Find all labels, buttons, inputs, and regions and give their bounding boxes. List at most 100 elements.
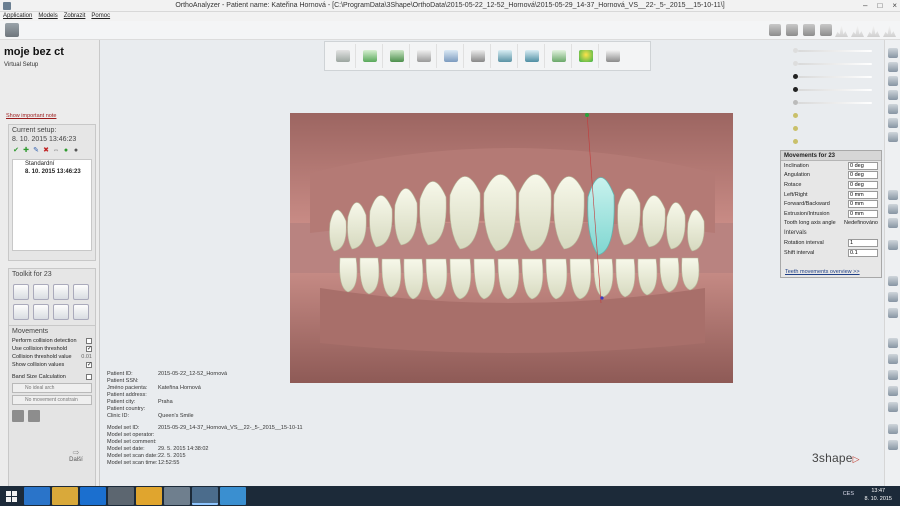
close-button[interactable]: × <box>892 1 897 10</box>
view-icon[interactable] <box>888 62 898 72</box>
menu-models[interactable]: Models <box>38 12 57 21</box>
toolbar-button[interactable] <box>600 44 626 68</box>
toolbar-button[interactable] <box>384 44 410 68</box>
show-collision-checkbox[interactable]: ✓ <box>86 362 92 368</box>
transparency-slider[interactable] <box>790 110 880 123</box>
view-icon[interactable] <box>888 48 898 58</box>
option-button-2[interactable] <box>28 410 40 422</box>
inclination-input[interactable] <box>848 161 878 170</box>
transparency-slider[interactable] <box>790 45 880 58</box>
collision-threshold-checkbox[interactable]: ✓ <box>86 346 92 352</box>
view-icon[interactable] <box>888 354 898 364</box>
setup-item-selected[interactable]: 8. 10. 2015 13:46:23 <box>13 168 91 176</box>
upper-jaw-icon[interactable] <box>835 24 848 37</box>
next-button[interactable]: ⇨ Další <box>66 448 86 463</box>
tooth-library-icon[interactable] <box>53 304 69 320</box>
save-icon[interactable] <box>5 23 19 37</box>
view-icon[interactable] <box>888 424 898 434</box>
view-icon[interactable] <box>888 292 898 302</box>
view-icon[interactable] <box>888 190 898 200</box>
orthoanalyzer-taskbar-icon[interactable] <box>192 487 218 505</box>
crown-icon[interactable] <box>53 284 69 300</box>
texture-icon[interactable] <box>786 24 798 36</box>
minimize-button[interactable]: – <box>863 1 867 10</box>
toolbar-button[interactable] <box>357 44 383 68</box>
view-icon[interactable] <box>888 338 898 348</box>
taskbar-clock[interactable]: 13:47 8. 10. 2015 <box>864 488 892 503</box>
rotation-input[interactable] <box>848 180 878 189</box>
forward-backward-input[interactable] <box>848 200 878 209</box>
teamviewer-icon[interactable] <box>80 487 106 505</box>
view-icon[interactable] <box>888 440 898 450</box>
view-icon[interactable] <box>888 132 898 142</box>
extrusion-intrusion-input[interactable] <box>848 209 878 218</box>
upload-icon[interactable]: ● <box>62 147 70 155</box>
view-icon[interactable] <box>888 276 898 286</box>
transparency-slider[interactable] <box>790 123 880 136</box>
app-icon[interactable] <box>164 487 190 505</box>
compare-icon[interactable]: ⇔ <box>52 147 60 155</box>
left-right-input[interactable] <box>848 190 878 199</box>
3d-viewport[interactable] <box>290 113 733 383</box>
remote-desktop-icon[interactable] <box>220 487 246 505</box>
menu-pomoc[interactable]: Pomoc <box>91 12 110 21</box>
windows-start-icon[interactable] <box>6 491 17 502</box>
transparency-slider[interactable] <box>790 58 880 71</box>
teeth-movements-overview-link[interactable]: Teeth movements overview >> <box>785 269 860 275</box>
view-icon[interactable] <box>888 90 898 100</box>
chrome-icon[interactable] <box>136 487 162 505</box>
ie-icon[interactable] <box>24 487 50 505</box>
menu-zobrazit[interactable]: Zobrazit <box>64 12 86 21</box>
tray-language[interactable]: CES <box>843 491 854 497</box>
shift-interval-input[interactable] <box>848 248 878 257</box>
toolbar-button[interactable] <box>438 44 464 68</box>
toolbar-button[interactable] <box>411 44 437 68</box>
transparency-slider[interactable] <box>790 71 880 84</box>
both-jaws-icon[interactable] <box>867 24 880 37</box>
pencil-icon[interactable] <box>33 304 49 320</box>
toolbar-button[interactable] <box>330 44 356 68</box>
settings-icon[interactable]: ● <box>72 147 80 155</box>
toolbar-button[interactable] <box>573 44 599 68</box>
explorer-icon[interactable] <box>52 487 78 505</box>
important-note-link[interactable]: Show important note <box>6 113 56 119</box>
view-icon[interactable] <box>888 308 898 318</box>
view-icon[interactable] <box>888 218 898 228</box>
attachment-icon[interactable] <box>73 284 89 300</box>
ipr-icon[interactable] <box>33 284 49 300</box>
view-icon[interactable] <box>888 386 898 396</box>
view-icon[interactable] <box>888 104 898 114</box>
edit-icon[interactable]: ✎ <box>32 147 40 155</box>
delete-icon[interactable]: ✖ <box>42 147 50 155</box>
collision-detection-checkbox[interactable] <box>86 338 92 344</box>
maximize-button[interactable]: □ <box>877 1 882 10</box>
toolbar-button[interactable] <box>519 44 545 68</box>
band-size-checkbox[interactable] <box>86 374 92 380</box>
toolbar-button[interactable] <box>492 44 518 68</box>
view-icon[interactable] <box>888 118 898 128</box>
apply-icon[interactable]: ✔ <box>12 147 20 155</box>
angulation-input[interactable] <box>848 171 878 180</box>
transparency-slider[interactable] <box>790 97 880 110</box>
lower-jaw-icon[interactable] <box>851 24 864 37</box>
view-icon[interactable] <box>888 370 898 380</box>
color-icon[interactable] <box>803 24 815 36</box>
view-icon[interactable] <box>888 76 898 86</box>
occlusion-icon[interactable] <box>883 24 896 37</box>
extract-icon[interactable] <box>73 304 89 320</box>
camera-icon[interactable] <box>108 487 134 505</box>
ruler-icon[interactable] <box>13 304 29 320</box>
add-icon[interactable]: ✚ <box>22 147 30 155</box>
transparency-slider[interactable] <box>790 136 880 149</box>
movement-constraint-dropdown[interactable]: No movement constrain <box>12 395 92 405</box>
view-icon[interactable] <box>888 240 898 250</box>
move-tooth-icon[interactable] <box>13 284 29 300</box>
menu-application[interactable]: Application <box>3 12 32 21</box>
ideal-arch-dropdown[interactable]: No ideal arch <box>12 383 92 393</box>
threshold-value[interactable]: 0.01 <box>81 354 92 360</box>
view-icon[interactable] <box>888 402 898 412</box>
toolbar-button[interactable] <box>465 44 491 68</box>
grid-icon[interactable] <box>820 24 832 36</box>
toolbar-button[interactable] <box>546 44 572 68</box>
setup-item[interactable]: Standardní <box>13 160 91 168</box>
